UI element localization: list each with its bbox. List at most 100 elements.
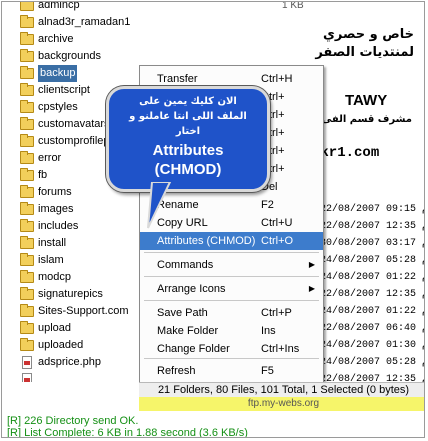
folder-icon [20,202,34,215]
file-name: archive [38,33,74,45]
file-name: fb [38,169,48,181]
file-date: 22/08/2007 12:35 م [320,289,424,300]
menu-item-shortcut: Ctrl+P [261,307,292,319]
php-file-icon [22,356,32,369]
menu-item-label: Arrange Icons [157,283,226,295]
log-line-1: [R] 226 Directory send OK. [7,415,139,427]
arabic-title-line2: لمنتديات الصفر [315,45,414,60]
menu-item-shortcut: F2 [261,199,274,211]
file-name: modcp [38,271,72,283]
file-name: backup [38,65,78,82]
callout-line-3: اختار [175,126,201,137]
menu-separator [144,252,319,253]
callout-line-2: الملف اللى انتا عاملنو و [129,111,247,122]
file-date: 30/08/2007 03:17 م [320,238,424,249]
menu-item-shortcut: Ctrl+Ins [261,343,300,355]
file-name: uploaded [38,339,84,351]
folder-icon [20,270,34,283]
callout-pointer [147,182,172,229]
menu-item-change-folder[interactable]: Change Folder Ctrl+Ins [140,340,323,358]
menu-item-shortcut: Ctrl+H [261,73,293,85]
author-name: TAWY [345,92,388,109]
menu-item-label: Commands [157,259,214,271]
file-date: 24/08/2007 05:28 م [320,255,424,266]
folder-icon [20,338,34,351]
file-name: customprofilepi [38,135,112,147]
folder-icon [20,15,34,28]
folder-icon [20,117,34,130]
file-name: includes [38,220,79,232]
folder-icon [20,151,34,164]
file-name: backgrounds [38,50,101,62]
menu-item-label: Change Folder [157,343,230,355]
menu-item-save-path[interactable]: Save Path Ctrl+P [140,304,323,322]
menu-item-arrange-icons[interactable]: Arrange Icons ▶ [140,280,323,298]
menu-separator [144,300,319,301]
file-name: install [38,237,67,249]
folder-icon [20,32,34,45]
server-url: ftp.my-webs.org [139,397,424,411]
menu-item-label: Attributes (CHMOD) [157,235,256,247]
folder-icon [20,321,34,334]
file-date: 22/08/2007 12:35 م [320,374,424,382]
file-name: customavatars [38,118,110,130]
folder-icon [20,134,34,147]
submenu-arrow-icon: ▶ [308,284,315,293]
folder-icon [20,49,34,62]
php-file-icon [22,373,32,382]
ftp-client-window: admincp1 KB23/08/2007 12:34 مalnad3r_ram… [1,1,425,438]
file-name: admincp [38,2,80,11]
file-date: 22/08/2007 09:15 م [320,204,424,215]
menu-item-shortcut: Ctrl+U [261,217,293,229]
menu-item-make-folder[interactable]: Make Folder Ins [140,322,323,340]
file-name: forums [38,186,72,198]
menu-item-shortcut: Ins [261,325,276,337]
file-name: error [38,152,62,164]
folder-icon [20,304,34,317]
file-name: alnad3r_ramadan1 [38,16,131,28]
file-name: images [38,203,74,215]
callout-line-5: (CHMOD) [154,161,222,178]
file-name: signaturepics [38,288,103,300]
log-line-2: [R] List Complete: 6 KB in 1.88 second (… [7,427,248,438]
file-name: adsprice.php [38,356,101,368]
instruction-callout: الان كليك يمين على الملف اللى انتا عاملن… [106,86,270,192]
file-date: 22/08/2007 12:35 م [320,221,424,232]
menu-item-shortcut: Ctrl+O [261,235,294,247]
file-name: upload [38,322,72,334]
menu-item-shortcut: F5 [261,365,274,377]
file-name: clientscript [38,84,90,96]
folder-icon [20,219,34,232]
file-name: islam [38,254,64,266]
folder-icon [20,100,34,113]
file-date: 24/08/2007 01:30 م [320,340,424,351]
folder-icon [20,168,34,181]
file-date: 24/08/2007 01:22 م [320,272,424,283]
folder-icon [20,2,34,11]
file-name: Sites-Support.com [38,305,129,317]
menu-item-label: Refresh [157,365,196,377]
menu-separator [144,358,319,359]
submenu-arrow-icon: ▶ [308,260,315,269]
file-size: 1 KB [282,2,304,11]
menu-item-refresh[interactable]: Refresh F5 [140,362,323,380]
callout-line-1: الان كليك يمين على [139,96,237,107]
folder-icon [20,287,34,300]
menu-item-label: Make Folder [157,325,219,337]
status-summary: 21 Folders, 80 Files, 101 Total, 1 Selec… [139,382,424,397]
file-date: 24/08/2007 05:28 م [320,357,424,368]
menu-item-commands[interactable]: Commands ▶ [140,256,323,274]
file-date: 22/08/2007 06:40 م [320,323,424,334]
menu-item-attributes-chmod[interactable]: Attributes (CHMOD) Ctrl+O [140,232,323,250]
folder-icon [20,253,34,266]
arabic-title-line1: خاص و حصري [322,27,414,42]
callout-line-4: Attributes [152,142,224,159]
menu-separator [144,276,319,277]
folder-icon [20,83,34,96]
folder-icon [20,66,34,79]
file-date: 24/08/2007 01:22 م [320,306,424,317]
folder-icon [20,236,34,249]
folder-icon [20,185,34,198]
menu-item-label: Save Path [157,307,208,319]
file-name: cpstyles [38,101,78,113]
